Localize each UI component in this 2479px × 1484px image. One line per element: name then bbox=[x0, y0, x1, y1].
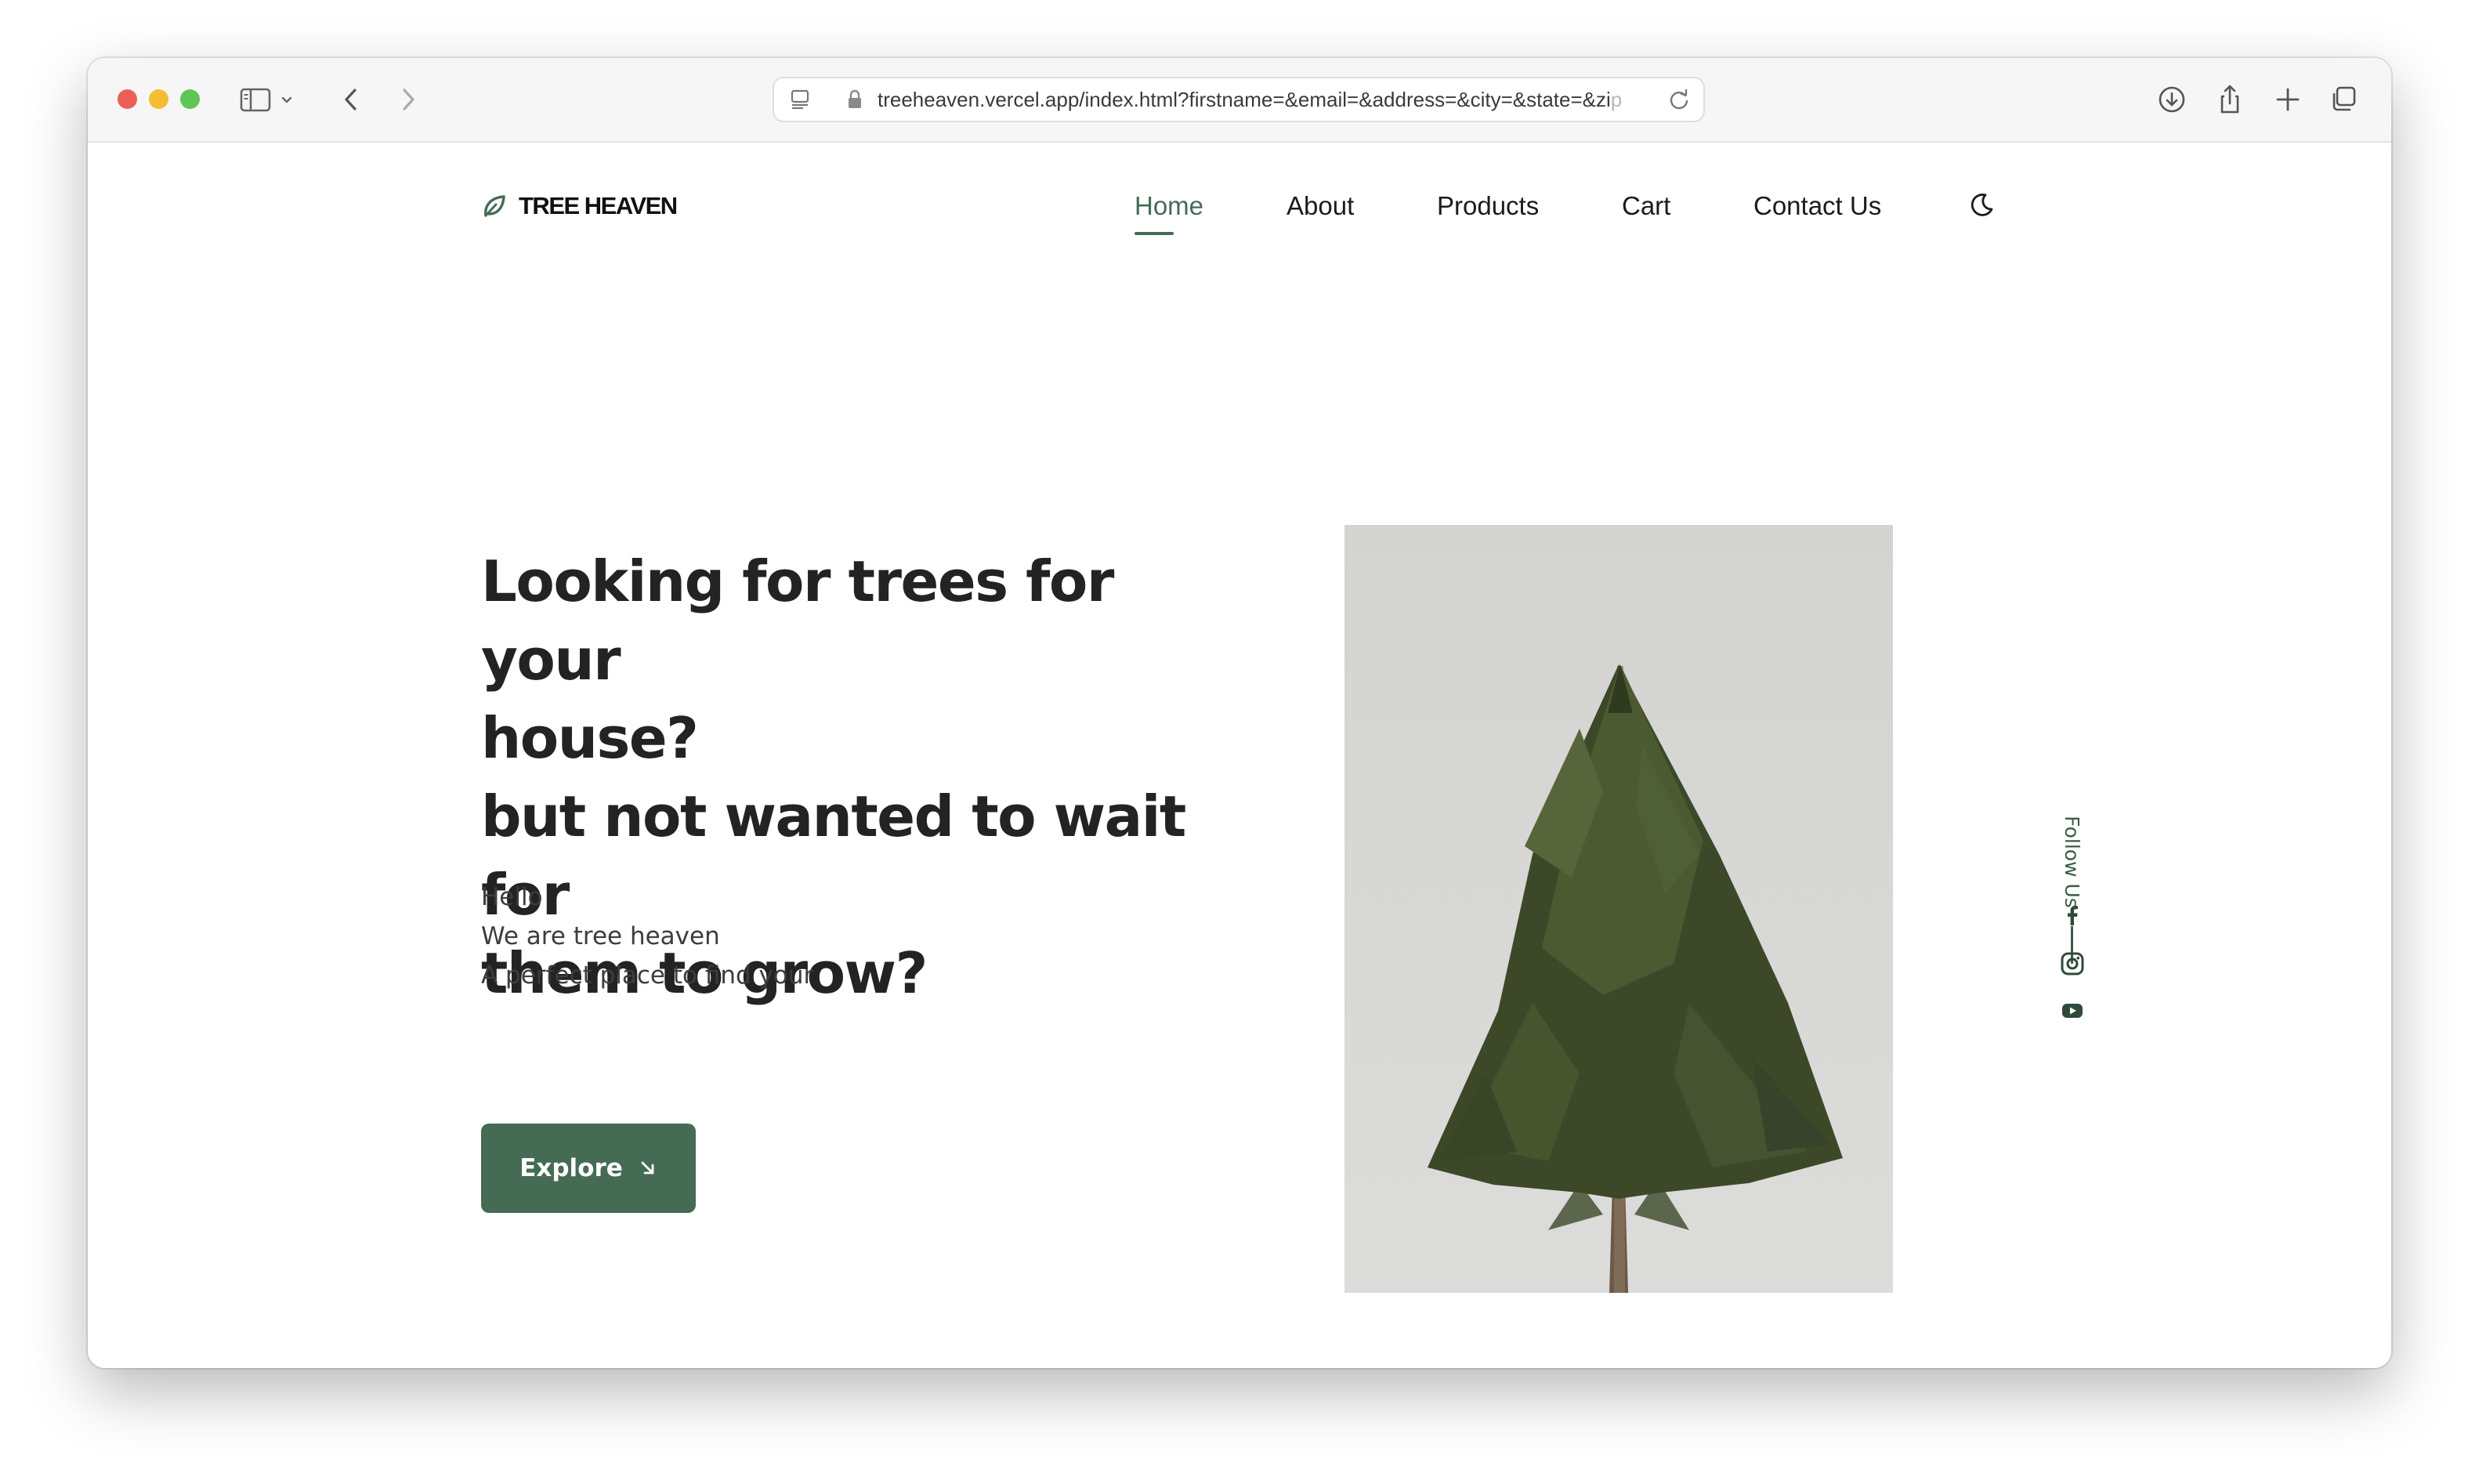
nav-products[interactable]: Products bbox=[1437, 186, 1539, 226]
moon-icon[interactable] bbox=[1965, 190, 1996, 221]
page-menu-icon[interactable] bbox=[782, 81, 820, 118]
back-icon[interactable] bbox=[333, 81, 371, 118]
explore-label: Explore bbox=[519, 1154, 623, 1182]
webpage: TREE HEAVEN Home About Products Cart Con… bbox=[88, 143, 2391, 1368]
minimize-window-button[interactable] bbox=[149, 89, 168, 109]
lock-icon bbox=[841, 81, 868, 118]
leaf-icon bbox=[484, 195, 505, 217]
downloads-icon[interactable] bbox=[2153, 81, 2191, 118]
arrow-down-right-icon bbox=[641, 1161, 654, 1175]
headline-line: Looking for trees for your bbox=[481, 548, 1114, 693]
nav-home[interactable]: Home bbox=[1135, 186, 1203, 226]
follow-us-label: Follow Us bbox=[2061, 816, 2083, 908]
hero-intro: Hello We are tree heaven A perfect place… bbox=[481, 878, 813, 995]
chevron-down-icon[interactable] bbox=[276, 81, 298, 118]
nav-contact-us[interactable]: Contact Us bbox=[1753, 186, 1881, 226]
explore-button[interactable]: Explore bbox=[481, 1124, 696, 1213]
sidebar-toggle-icon[interactable] bbox=[237, 81, 274, 118]
instagram-icon[interactable] bbox=[2058, 950, 2086, 978]
youtube-icon[interactable] bbox=[2058, 997, 2086, 1025]
intro-line: A perfect place to find your bbox=[481, 961, 814, 990]
nav-active-indicator bbox=[1135, 232, 1174, 235]
maximize-window-button[interactable] bbox=[180, 89, 200, 109]
nav-about[interactable]: About bbox=[1287, 186, 1354, 226]
intro-line: Hello bbox=[481, 883, 543, 911]
url-text[interactable]: treeheaven.vercel.app/index.html?firstna… bbox=[878, 78, 1653, 121]
brand-name: TREE HEAVEN bbox=[519, 192, 678, 219]
tab-overview-icon[interactable] bbox=[2325, 81, 2363, 118]
close-window-button[interactable] bbox=[118, 89, 137, 109]
browser-toolbar: treeheaven.vercel.app/index.html?firstna… bbox=[88, 58, 2391, 143]
address-bar[interactable]: treeheaven.vercel.app/index.html?firstna… bbox=[773, 77, 1705, 122]
headline-line: house? bbox=[481, 705, 699, 771]
pine-tree-image bbox=[1344, 525, 1893, 1293]
share-icon[interactable] bbox=[2211, 81, 2249, 118]
url-main: treeheaven.vercel.app/index.html?firstna… bbox=[878, 88, 1611, 111]
browser-window: treeheaven.vercel.app/index.html?firstna… bbox=[88, 58, 2391, 1368]
facebook-icon[interactable] bbox=[2058, 901, 2086, 929]
intro-line: We are tree heaven bbox=[481, 922, 720, 950]
url-fade: p bbox=[1610, 88, 1623, 111]
forward-icon[interactable] bbox=[389, 81, 426, 118]
new-tab-icon[interactable] bbox=[2269, 81, 2307, 118]
nav-cart[interactable]: Cart bbox=[1622, 186, 1670, 226]
brand-logo[interactable]: TREE HEAVEN bbox=[481, 188, 678, 224]
reload-icon[interactable] bbox=[1661, 81, 1699, 118]
